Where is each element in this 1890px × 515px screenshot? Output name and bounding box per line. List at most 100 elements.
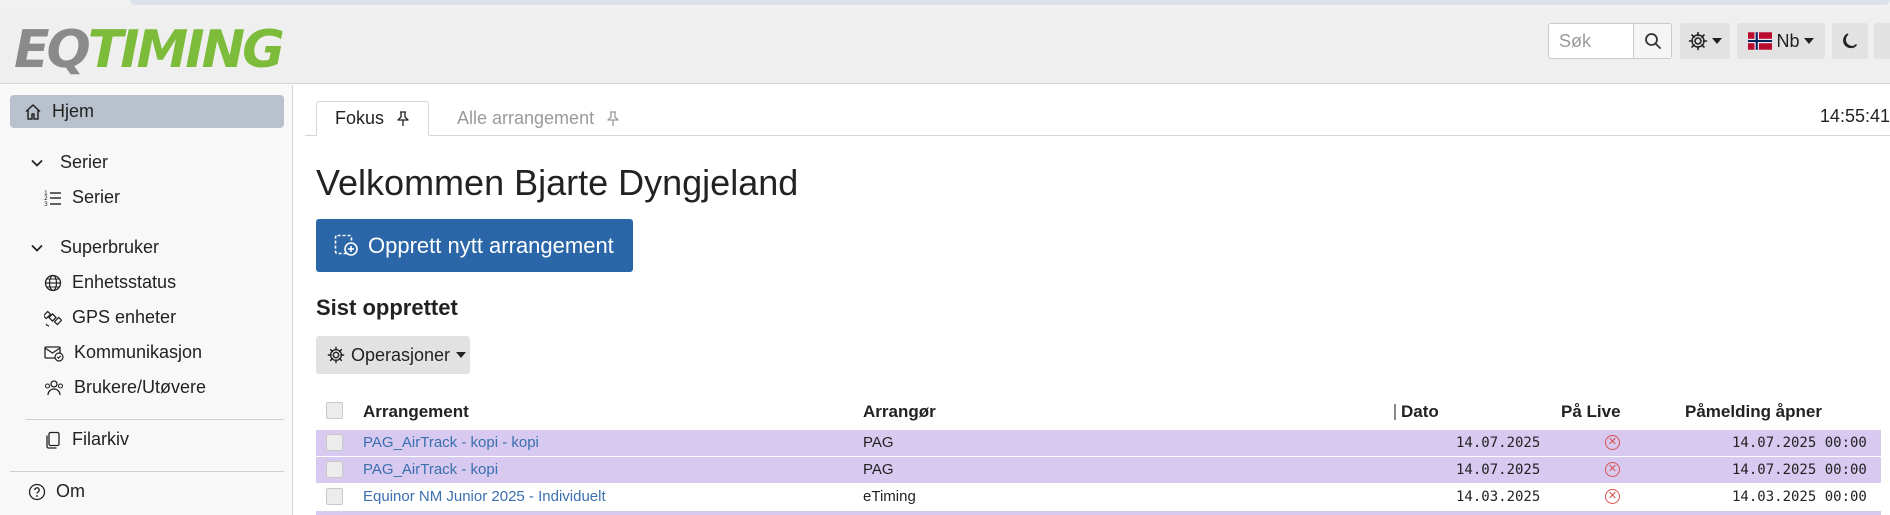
clock: 14:55:41 [1819, 106, 1890, 126]
language-dropdown[interactable]: Nb [1737, 23, 1825, 59]
sidebar-divider [26, 419, 284, 420]
user-menu-button[interactable] [1874, 23, 1890, 59]
home-icon [25, 103, 41, 120]
browser-address-edge [130, 0, 1890, 5]
chevron-down-icon [31, 244, 43, 252]
tab-label: Fokus [335, 108, 385, 128]
row-checkbox[interactable] [326, 488, 343, 505]
sidebar-divider [10, 471, 284, 472]
pin-icon[interactable] [606, 110, 620, 127]
column-header-arrangement[interactable]: Arrangement [363, 402, 469, 422]
search-box [1548, 23, 1672, 59]
chevron-down-icon [456, 352, 467, 358]
numbered-list-icon: 123 [44, 190, 61, 207]
envelope-check-icon [44, 345, 64, 362]
sidebar-item-enhetsstatus[interactable]: Enhetsstatus [44, 272, 176, 293]
operations-dropdown[interactable]: Operasjoner [316, 336, 470, 374]
tab-fokus[interactable]: Fokus [316, 101, 430, 136]
create-event-label: Opprett nytt arrangement [368, 232, 614, 258]
table-row[interactable]: Equinor NM Junior 2025 - Individuelt eTi… [316, 484, 1881, 510]
moon-icon [1843, 33, 1858, 49]
logo-timing: TIMING [87, 20, 285, 80]
operations-label: Operasjoner [351, 344, 451, 365]
logo-eq: EQ [14, 20, 91, 80]
registration-opens-cell: 14.07.2025 00:00 [1732, 462, 1867, 478]
sidebar-item-label: Filarkiv [72, 429, 129, 449]
not-live-icon: ✕ [1605, 435, 1620, 450]
event-link[interactable]: PAG_AirTrack - kopi [363, 461, 498, 478]
table-header: Arrangement Arrangør Dato På Live Påmeld… [316, 394, 1881, 428]
organizer-cell: PAG [863, 434, 894, 451]
table-row[interactable]: PAG_AirTrack - kopi PAG 14.07.2025 ✕ 14.… [316, 457, 1881, 483]
page-title: Velkommen Bjarte Dyngjeland [316, 162, 799, 203]
organizer-cell: PAG [863, 461, 894, 478]
norway-flag-icon [1748, 32, 1773, 50]
sidebar-item-brukere[interactable]: Brukere/Utøvere [44, 377, 206, 398]
column-resize-handle[interactable] [1394, 404, 1396, 420]
satellite-icon [44, 310, 62, 327]
column-header-dato[interactable]: Dato [1401, 402, 1439, 422]
users-icon [44, 379, 64, 395]
tab-bar: Fokus Alle arrangement 14:55:41 [305, 96, 1890, 136]
chevron-down-icon [1803, 38, 1814, 44]
tab-alle-arrangement[interactable]: Alle arrangement [439, 101, 638, 136]
sidebar-item-gps-enheter[interactable]: GPS enheter [44, 307, 176, 328]
language-label: Nb [1776, 30, 1800, 51]
table-row[interactable]: PAG_AirTrack - kopi - kopi PAG 14.07.202… [316, 430, 1881, 456]
search-icon [1644, 33, 1661, 49]
sidebar-item-label: Kommunikasjon [74, 342, 203, 362]
settings-dropdown[interactable] [1680, 23, 1730, 59]
svg-text:3: 3 [44, 201, 48, 207]
sidebar-group-series[interactable]: Serier [30, 152, 108, 173]
chevron-down-icon [1712, 38, 1722, 44]
row-checkbox[interactable] [326, 461, 343, 478]
sidebar-item-om[interactable]: Om [28, 481, 85, 502]
pin-icon[interactable] [396, 110, 410, 127]
sidebar-item-label: Brukere/Utøvere [74, 377, 207, 397]
dark-mode-toggle[interactable] [1832, 23, 1868, 59]
event-link[interactable]: PAG_AirTrack - kopi - kopi [363, 434, 539, 451]
sidebar-item-filarkiv[interactable]: Filarkiv [44, 429, 129, 450]
sidebar-item-label: Serier [72, 187, 121, 207]
add-event-icon [334, 234, 358, 256]
sidebar-item-label: Om [56, 481, 85, 501]
sidebar-item-label: Hjem [52, 101, 95, 121]
event-link[interactable]: Equinor NM Junior 2025 - Individuelt [363, 488, 606, 505]
gear-icon [1688, 31, 1708, 51]
sidebar: Hjem Serier 123 Serier Superbruker Enhet… [0, 85, 293, 515]
not-live-icon: ✕ [1605, 462, 1620, 477]
sidebar-group-label: Superbruker [60, 237, 160, 257]
not-live-icon: ✕ [1605, 489, 1620, 504]
sidebar-item-kommunikasjon[interactable]: Kommunikasjon [44, 342, 202, 363]
table-row-partial [316, 511, 1881, 515]
globe-icon [44, 274, 62, 291]
date-cell: 14.03.2025 [1456, 489, 1541, 505]
sidebar-item-home[interactable]: Hjem [10, 95, 284, 128]
main-content: Fokus Alle arrangement 14:55:41 Velkomme… [305, 96, 1890, 515]
search-button[interactable] [1633, 24, 1671, 58]
column-header-arrangor[interactable]: Arrangør [863, 402, 936, 422]
date-cell: 14.07.2025 [1456, 435, 1541, 451]
column-header-pamelding[interactable]: Påmelding åpner [1685, 402, 1822, 422]
sidebar-item-label: Enhetsstatus [72, 272, 177, 292]
sidebar-item-label: GPS enheter [72, 307, 177, 327]
sidebar-group-superuser[interactable]: Superbruker [30, 237, 159, 258]
registration-opens-cell: 14.07.2025 00:00 [1732, 435, 1867, 451]
search-input[interactable] [1549, 24, 1635, 58]
date-cell: 14.07.2025 [1456, 462, 1541, 478]
organizer-cell: eTiming [863, 488, 916, 505]
chevron-down-icon [31, 159, 43, 167]
sidebar-group-label: Serier [60, 152, 109, 172]
files-icon [46, 431, 60, 449]
top-navbar: EQTIMING Nb [0, 8, 1890, 84]
gear-icon [327, 346, 345, 364]
tab-label: Alle arrangement [457, 108, 595, 128]
column-header-pa-live[interactable]: På Live [1561, 402, 1621, 422]
row-checkbox[interactable] [326, 434, 343, 451]
select-all-checkbox[interactable] [326, 402, 343, 419]
eqtiming-logo[interactable]: EQTIMING [14, 20, 285, 80]
sidebar-item-series[interactable]: 123 Serier [44, 187, 120, 208]
registration-opens-cell: 14.03.2025 00:00 [1732, 489, 1867, 505]
create-event-button[interactable]: Opprett nytt arrangement [316, 219, 633, 272]
section-heading: Sist opprettet [316, 295, 458, 320]
